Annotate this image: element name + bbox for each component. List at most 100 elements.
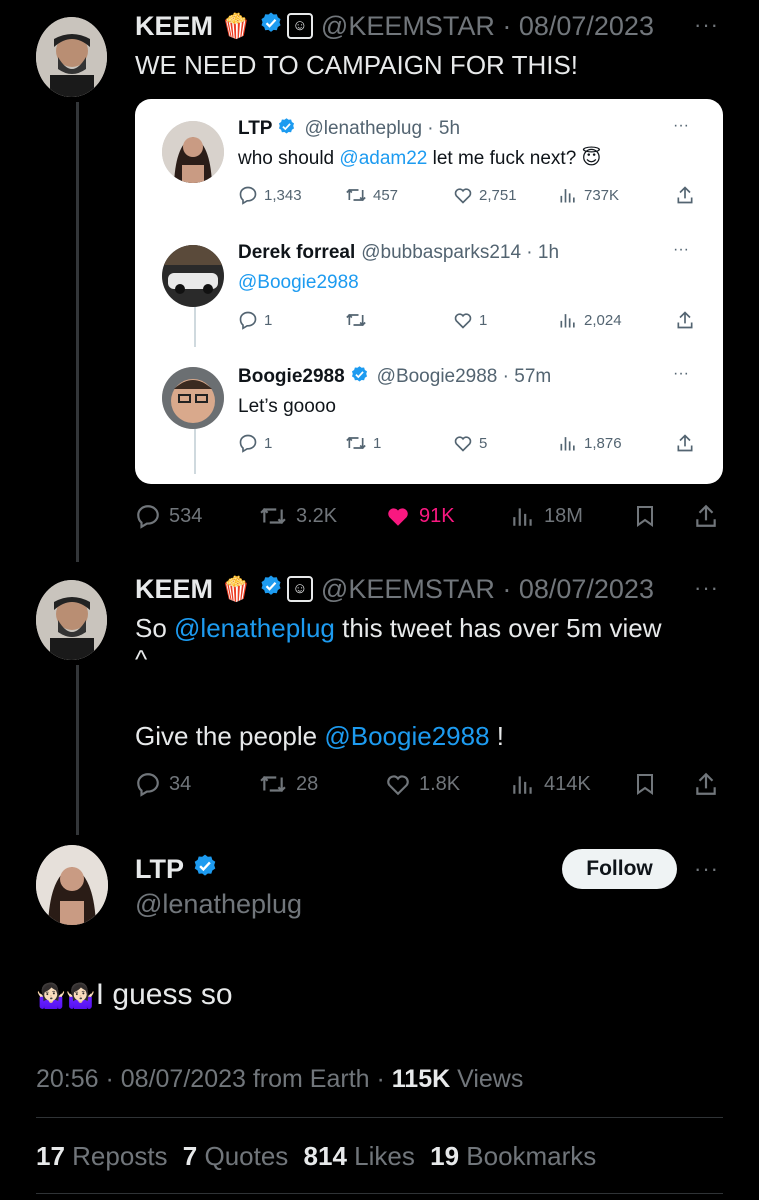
tweet-text: Let’s goooo [238, 396, 336, 417]
repost-button[interactable]: 28 [258, 771, 318, 797]
quotes-count-link[interactable]: 7 Quotes [183, 1141, 289, 1171]
more-options-icon[interactable]: ··· [673, 241, 689, 259]
count: 7 [182, 1141, 198, 1171]
thread-connector [194, 429, 196, 474]
display-name[interactable]: Boogie2988 [238, 366, 345, 388]
views-count: 414K [544, 772, 591, 795]
reply-button[interactable]: 1,343 [238, 185, 302, 205]
handle-date: @KEEMSTAR · 08/07/2023 [320, 573, 654, 604]
reply-icon [137, 505, 159, 529]
avatar[interactable] [36, 845, 108, 925]
more-options-icon[interactable]: ··· [673, 365, 689, 383]
more-options-icon[interactable]: ··· [673, 117, 689, 135]
reply-count: 34 [169, 772, 192, 795]
avatar[interactable] [162, 245, 224, 307]
views-icon [560, 189, 575, 203]
like-button[interactable]: 2,751 [453, 185, 517, 205]
tweet-header: Boogie2988 @Boogie2988 · 57m [238, 365, 551, 389]
verified-badge-icon [350, 365, 369, 390]
avatar[interactable] [36, 17, 107, 97]
text: ^ [135, 644, 148, 674]
more-options-icon[interactable]: ··· [694, 856, 719, 882]
avatar[interactable] [36, 580, 107, 660]
views-button[interactable]: 1,876 [558, 433, 622, 453]
mention-link[interactable]: @Boogie2988 [238, 272, 359, 294]
reply-button[interactable]: 1 [238, 310, 272, 330]
timestamp[interactable]: 20:56 · 08/07/2023 from Earth · [36, 1065, 392, 1093]
reposts-count-link[interactable]: 17 Reposts [36, 1141, 168, 1171]
bookmark-button[interactable] [633, 771, 657, 797]
label: Likes [354, 1141, 415, 1171]
bookmark-icon [637, 506, 653, 527]
reply-icon [239, 434, 257, 453]
handle[interactable]: @lenatheplug [135, 889, 302, 920]
mention-link[interactable]: @Boogie2988 [324, 721, 489, 751]
like-button[interactable]: 1.8K [385, 771, 460, 797]
reply-button[interactable]: 534 [135, 503, 202, 529]
quoted-thread-card[interactable]: LTP @lenatheplug · 5h ··· who should @ad… [135, 99, 723, 484]
repost-button[interactable]: 457 [345, 185, 398, 205]
handle-time: @lenatheplug · 5h [304, 118, 461, 139]
display-name[interactable]: LTP [238, 118, 272, 140]
text: ! [489, 721, 505, 751]
repost-icon [260, 507, 286, 525]
tweet-header: KEEM 🍿 ☺ @KEEMSTAR · 08/07/2023 [135, 10, 654, 42]
share-button[interactable] [675, 433, 695, 453]
follow-button[interactable]: Follow [562, 849, 677, 889]
views-icon [513, 508, 532, 526]
share-icon [677, 186, 693, 204]
mention-link[interactable]: @lenatheplug [174, 613, 335, 643]
tweet-text: WE NEED TO CAMPAIGN FOR THIS! [135, 50, 579, 80]
repost-button[interactable]: 1 [345, 433, 381, 453]
affiliate-badge-icon: ☺ [286, 13, 313, 39]
views-button[interactable]: 414K [510, 771, 591, 797]
views-label: Views [450, 1065, 524, 1093]
avatar[interactable] [162, 121, 224, 183]
reply-count: 1,343 [264, 186, 302, 204]
more-options-icon[interactable]: ··· [694, 575, 719, 601]
reply-count: 1 [264, 311, 273, 329]
text: who should [238, 148, 340, 169]
label: Bookmarks [466, 1141, 597, 1171]
views-button[interactable]: 737K [558, 185, 619, 205]
more-options-icon[interactable]: ··· [694, 12, 719, 38]
reply-count: 1 [264, 434, 273, 452]
thread-connector [76, 102, 79, 562]
bookmark-button[interactable] [633, 503, 657, 529]
reply-button[interactable]: 34 [135, 771, 191, 797]
count: 814 [303, 1141, 347, 1171]
display-name[interactable]: LTP [135, 854, 184, 885]
like-button[interactable]: 91K [385, 503, 455, 529]
display-name[interactable]: KEEM [135, 11, 213, 42]
like-button[interactable]: 1 [453, 310, 487, 330]
repost-icon [346, 313, 366, 327]
repost-button[interactable] [345, 310, 373, 330]
share-button[interactable] [675, 310, 695, 330]
views-count: 737K [584, 186, 620, 204]
text: So [135, 613, 175, 643]
share-button[interactable] [675, 185, 695, 205]
repost-count: 3.2K [296, 504, 338, 527]
display-name[interactable]: KEEM [135, 574, 213, 605]
share-button[interactable] [693, 503, 719, 529]
author-name-row: LTP [135, 853, 218, 885]
divider [36, 1193, 723, 1194]
views-button[interactable]: 2,024 [558, 310, 622, 330]
share-icon [696, 504, 716, 527]
share-button[interactable] [693, 771, 719, 797]
views-button[interactable]: 18M [510, 503, 583, 529]
avatar[interactable] [162, 367, 224, 429]
tweet-text: 🤷🏻‍♀️🤷🏻‍♀️I guess so [36, 978, 233, 1012]
likes-count-link[interactable]: 814 Likes [304, 1141, 415, 1171]
handle-time: @bubbasparks214 · 1h [361, 242, 560, 263]
thread-connector [194, 307, 196, 347]
like-count: 1 [479, 311, 488, 329]
like-button[interactable]: 5 [453, 433, 487, 453]
views-icon [560, 314, 575, 328]
reply-button[interactable]: 1 [238, 433, 272, 453]
repost-button[interactable]: 3.2K [258, 503, 337, 529]
display-name[interactable]: Derek forreal [238, 242, 355, 264]
mention-link[interactable]: @adam22 [339, 148, 427, 169]
bookmarks-count-link[interactable]: 19 Bookmarks [430, 1141, 596, 1171]
tweet-header: Derek forreal @bubbasparks214 · 1h [238, 241, 559, 265]
